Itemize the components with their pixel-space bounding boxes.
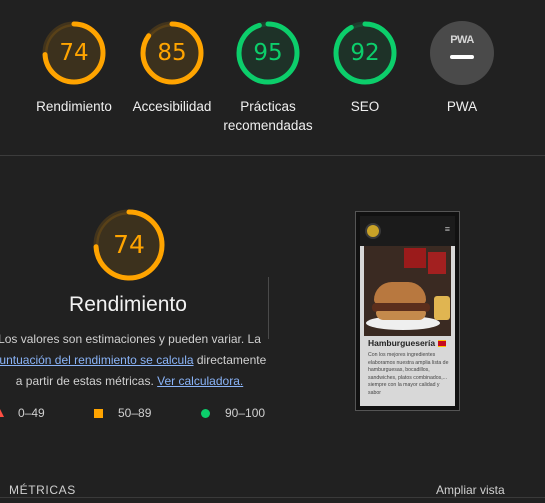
logo-icon	[365, 223, 381, 239]
performance-title: Rendimiento	[69, 293, 187, 316]
legend-average-range: 50–89	[118, 406, 152, 420]
burger-photo	[364, 246, 451, 336]
legend-fail-range: 0–49	[18, 406, 45, 420]
score-calculation-link[interactable]: puntuación del rendimiento se calcula	[0, 353, 194, 367]
performance-big-gauge: 74	[92, 208, 166, 282]
score-accessibility[interactable]: 85 Accesibilidad	[117, 20, 227, 116]
spain-flag-icon	[438, 340, 447, 348]
calculator-link[interactable]: Ver calculadora.	[157, 374, 243, 388]
best-practices-score: 95	[253, 40, 283, 66]
section-divider	[0, 155, 545, 156]
legend-pass-range: 90–100	[225, 406, 266, 420]
score-seo[interactable]: 92 SEO	[310, 20, 420, 116]
pwa-badge-text: PWA	[450, 34, 474, 46]
performance-gauge: 74	[41, 20, 107, 86]
pwa-dash-icon	[450, 55, 474, 59]
metrics-heading: MÉTRICAS	[9, 483, 76, 497]
circle-icon	[201, 409, 210, 418]
performance-score: 74	[59, 40, 89, 66]
screenshot-title: Hamburguesería	[368, 338, 447, 348]
accessibility-label: Accesibilidad	[132, 99, 212, 114]
pwa-label: PWA	[446, 99, 478, 114]
pwa-badge-icon: PWA	[430, 21, 494, 85]
square-icon	[94, 409, 103, 418]
seo-label: SEO	[350, 99, 380, 114]
best-practices-gauge: 95	[235, 20, 301, 86]
hamburger-menu-icon: ≡	[444, 224, 450, 234]
performance-big-score: 74	[113, 230, 145, 259]
bottom-divider	[0, 497, 545, 498]
seo-score: 92	[350, 40, 380, 66]
score-performance[interactable]: 74 Rendimiento	[19, 20, 129, 116]
triangle-icon	[0, 409, 4, 417]
score-pwa[interactable]: PWA PWA	[407, 20, 517, 116]
accessibility-gauge: 85	[139, 20, 205, 86]
screenshot-text: Con los mejores ingredientes elaboramos …	[368, 352, 449, 396]
seo-gauge: 92	[332, 20, 398, 86]
accessibility-score: 85	[157, 40, 187, 66]
performance-description: Los valores son estimaciones y pueden va…	[0, 329, 270, 392]
page-screenshot-thumbnail[interactable]: ≡ Hamburguesería Con los mejores ingredi…	[355, 211, 460, 411]
expand-view-button[interactable]: Ampliar vista	[436, 483, 505, 497]
best-practices-label: Prácticas recomendadas	[223, 99, 313, 133]
performance-label: Rendimiento	[36, 99, 112, 114]
screenshot-header: ≡	[360, 216, 455, 246]
score-best-practices[interactable]: 95 Prácticas recomendadas	[213, 20, 323, 135]
screenshot-content: ≡ Hamburguesería Con los mejores ingredi…	[360, 216, 455, 406]
vertical-divider	[268, 277, 269, 339]
description-text-1: Los valores son estimaciones y pueden va…	[0, 332, 261, 346]
